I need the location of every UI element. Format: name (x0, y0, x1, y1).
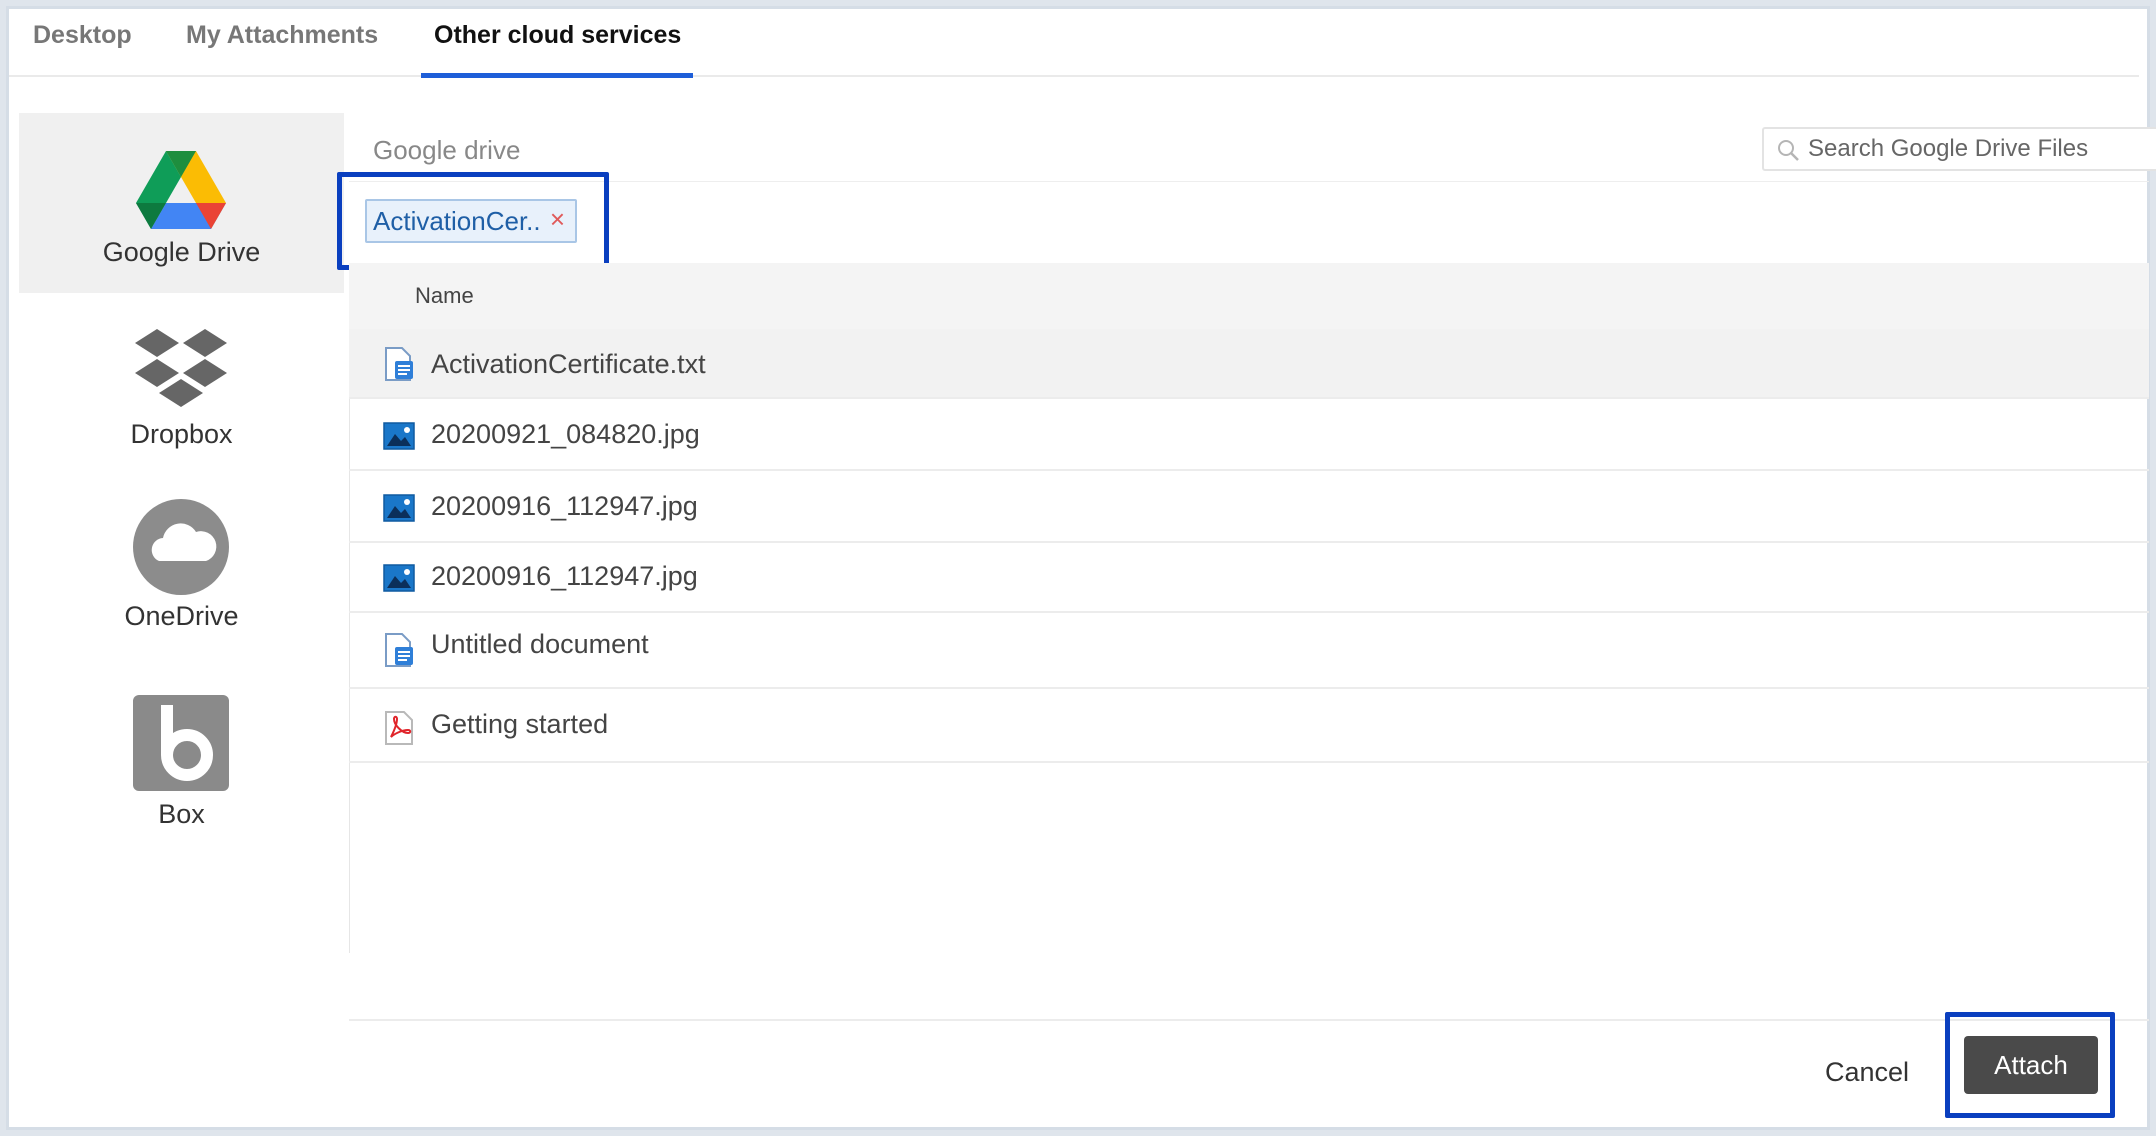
file-name: 20200916_112947.jpg (431, 491, 698, 521)
file-table-header: Name (349, 263, 2149, 329)
provider-label: Box (158, 799, 205, 829)
image-file-icon (383, 564, 415, 592)
provider-box[interactable]: Box (19, 655, 344, 835)
onedrive-icon (133, 499, 229, 595)
header-divider (349, 181, 2149, 182)
search-box[interactable] (1762, 127, 2156, 171)
file-row[interactable]: 20200921_084820.jpg (349, 399, 2149, 471)
file-row[interactable]: ActivationCertificate.txt (349, 329, 2149, 399)
file-name: 20200921_084820.jpg (431, 419, 700, 449)
tabs-divider (9, 75, 2139, 77)
chip-label: ActivationCer.. (373, 205, 541, 236)
attachment-dialog: Desktop My Attachments Other cloud servi… (6, 6, 2156, 1130)
location-title: Google drive (373, 135, 521, 165)
provider-label: Dropbox (130, 419, 233, 449)
cloud-provider-sidebar: Google Drive Dropbox OneDrive Box (19, 113, 350, 953)
box-icon (133, 695, 229, 791)
pdf-file-icon (385, 711, 413, 745)
search-input[interactable] (1808, 133, 2148, 165)
image-file-icon (383, 494, 415, 522)
tab-my-attachments[interactable]: My Attachments (186, 21, 378, 61)
tab-desktop[interactable]: Desktop (33, 21, 132, 61)
file-name: ActivationCertificate.txt (431, 349, 706, 379)
file-row[interactable]: 20200916_112947.jpg (349, 471, 2149, 543)
file-row[interactable]: 20200916_112947.jpg (349, 543, 2149, 613)
attach-button[interactable]: Attach (1964, 1036, 2098, 1094)
provider-onedrive[interactable]: OneDrive (19, 475, 344, 655)
text-document-icon (385, 347, 413, 381)
provider-dropbox[interactable]: Dropbox (19, 293, 344, 473)
provider-label: OneDrive (124, 601, 239, 631)
text-document-icon (385, 633, 413, 667)
cancel-button[interactable]: Cancel (1825, 1057, 1909, 1088)
image-file-icon (383, 422, 415, 450)
dropbox-icon (135, 329, 227, 407)
provider-google-drive[interactable]: Google Drive (19, 113, 344, 293)
file-name: Getting started (431, 709, 609, 739)
search-icon (1778, 140, 1799, 161)
file-browser: Google drive ActivationCer.. × Name (337, 113, 2156, 1118)
tab-other-cloud-services[interactable]: Other cloud services (434, 21, 681, 61)
google-drive-icon (136, 151, 226, 229)
file-row[interactable]: Getting started (349, 689, 2149, 763)
active-tab-indicator (421, 73, 693, 78)
attach-highlight: Attach (1945, 1012, 2115, 1118)
file-row[interactable]: Untitled document (349, 613, 2149, 689)
footer-divider (349, 1019, 2149, 1021)
selected-file-chip: ActivationCer.. × (365, 199, 577, 243)
file-name: Untitled document (431, 629, 649, 659)
column-name-header[interactable]: Name (415, 283, 474, 309)
remove-chip-icon[interactable]: × (550, 204, 565, 235)
file-name: 20200916_112947.jpg (431, 561, 698, 591)
source-tabs: Desktop My Attachments Other cloud servi… (9, 9, 2139, 79)
provider-label: Google Drive (102, 237, 261, 267)
